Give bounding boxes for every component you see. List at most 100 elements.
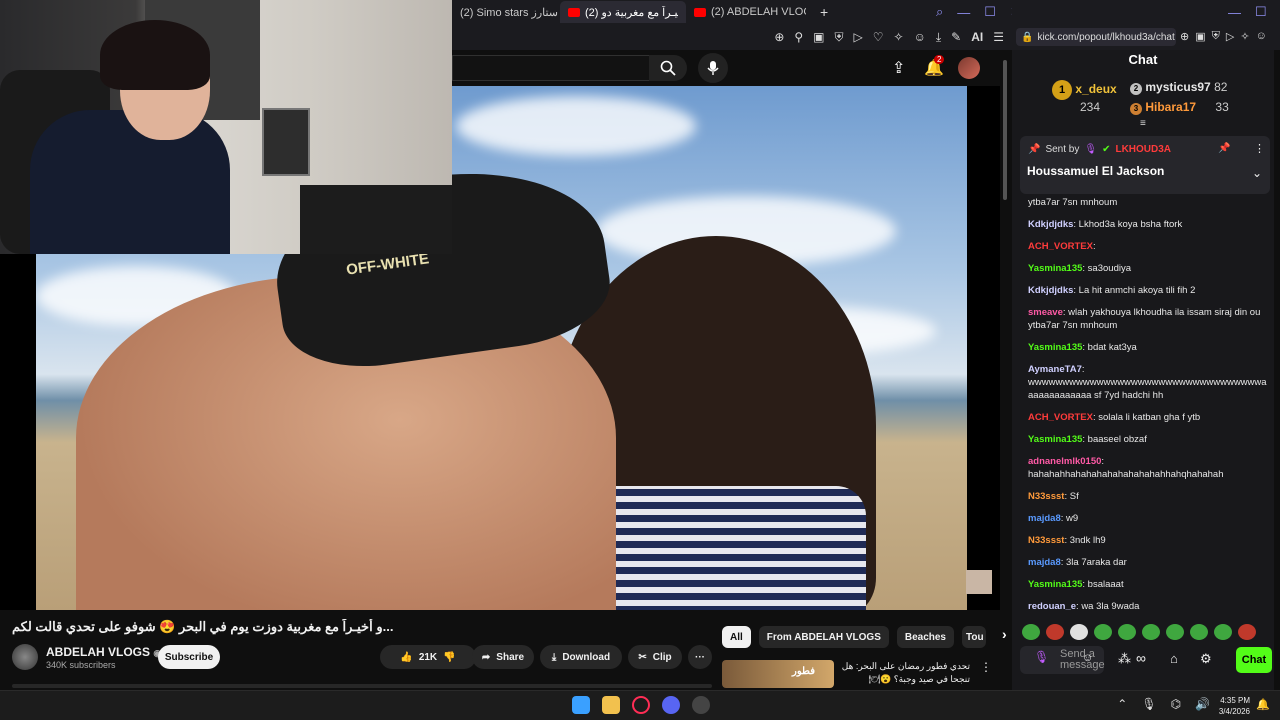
profile-icon[interactable]: ☺ — [914, 30, 926, 44]
microphone-icon[interactable]: 🎙 — [1141, 697, 1156, 711]
download-icon[interactable]: ⤓ — [936, 30, 941, 45]
system-clock[interactable]: 4:35 PM 3/4/2026 — [1219, 695, 1250, 717]
extension-icon[interactable]: ✧ — [894, 30, 904, 44]
nodes-icon[interactable]: ⁂ — [1118, 651, 1131, 667]
filter-icon[interactable]: ≡ — [1140, 118, 1146, 129]
chip-all[interactable]: All — [722, 626, 751, 648]
emote-icon[interactable] — [1118, 624, 1136, 640]
notification-bell-icon[interactable]: 🔔 — [1256, 698, 1270, 711]
zoom-icon[interactable]: ⊕ — [774, 30, 784, 44]
chat-username[interactable]: N33ssst — [1028, 491, 1064, 502]
chat-address-bar[interactable]: 🔒 kick.com/popout/lkhoud3a/chat — [1016, 28, 1176, 46]
shield-icon[interactable]: ⛨ — [1212, 30, 1220, 43]
emote-icon[interactable] — [1142, 624, 1160, 640]
profile-icon[interactable]: ☺ — [1256, 30, 1267, 43]
chat-username[interactable]: N33ssst — [1028, 535, 1064, 546]
opera-browser-icon[interactable] — [632, 696, 650, 714]
box-icon[interactable]: ▣ — [1195, 30, 1205, 43]
maximize-icon[interactable]: ☐ — [1255, 4, 1267, 20]
extension-icon[interactable]: ✧ — [1240, 30, 1249, 43]
end-screen-thumbnail[interactable] — [966, 570, 992, 594]
chat-username[interactable]: majda8 — [1028, 513, 1061, 524]
share-button[interactable]: ➦ Share — [472, 645, 534, 669]
emote-icon[interactable] — [1190, 624, 1208, 640]
heart-icon[interactable]: ♡ — [873, 30, 884, 44]
unpin-icon[interactable]: 📌 — [1218, 143, 1230, 154]
chat-username[interactable]: ACH_VORTEX — [1028, 412, 1093, 423]
pinned-menu-icon[interactable]: ⋮ — [1254, 142, 1265, 155]
dislike-button[interactable]: 👎 — [443, 652, 455, 663]
chevron-up-icon[interactable]: ⌃ — [1117, 697, 1127, 711]
subscribe-button[interactable]: Subscribe — [158, 645, 220, 669]
discord-icon[interactable] — [662, 696, 680, 714]
chat-username[interactable]: Kdkjdjdks — [1028, 285, 1073, 296]
recommended-thumbnail[interactable]: فطور — [722, 660, 834, 688]
clip-button[interactable]: ✂ Clip — [628, 645, 682, 669]
search-tabs-icon[interactable]: ⌕ — [936, 4, 943, 20]
tab-simo-stars[interactable]: (2) Simo stars سيمو ستارز - — [452, 1, 560, 23]
zoom-icon[interactable]: ⊕ — [1180, 30, 1189, 43]
emote-icon[interactable] — [1214, 624, 1232, 640]
chips-next-icon[interactable]: › — [1002, 626, 1007, 648]
search-button[interactable] — [649, 55, 687, 81]
emoji-picker-icon[interactable]: ☺ — [1082, 652, 1093, 664]
ai-button[interactable]: AI — [971, 30, 983, 44]
chat-username[interactable]: redouan_e — [1028, 601, 1076, 612]
channel-avatar[interactable] — [12, 644, 38, 670]
channel-name[interactable]: ABDELAH VLOGS ◉ — [46, 645, 161, 659]
chat-username[interactable]: Yasmina135 — [1028, 263, 1082, 274]
chat-username[interactable]: AymaneTA7 — [1028, 364, 1082, 375]
play-icon[interactable]: ▷ — [854, 30, 863, 44]
maximize-icon[interactable]: ☐ — [984, 4, 996, 20]
settings-gear-icon[interactable]: ⚙ — [1200, 651, 1212, 667]
chat-username[interactable]: smeave — [1028, 307, 1063, 318]
chat-username[interactable]: ACH_VORTEX — [1028, 241, 1093, 252]
voice-search-button[interactable] — [698, 53, 728, 83]
like-button[interactable]: 👍 21K — [400, 652, 437, 663]
minimize-icon[interactable]: — — [957, 5, 970, 20]
chip-beaches[interactable]: Beaches — [896, 626, 954, 648]
recommended-menu-icon[interactable]: ⋮ — [980, 660, 992, 674]
shield-icon[interactable]: ⛨ — [835, 30, 844, 45]
emote-icon[interactable] — [1094, 624, 1112, 640]
chat-username[interactable]: Yasmina135 — [1028, 579, 1082, 590]
recommended-title[interactable]: تحدي فطور رمضان على البحر: هل تنجحا في ص… — [840, 660, 970, 686]
infinity-icon[interactable]: ∞ — [1136, 650, 1146, 666]
network-icon[interactable]: ⌬ — [1171, 697, 1181, 711]
minimize-icon[interactable]: — — [1228, 5, 1241, 20]
box-icon[interactable]: ▣ — [813, 30, 824, 44]
chat-username[interactable]: majda8 — [1028, 557, 1061, 568]
chip-tour[interactable]: Tou — [962, 626, 986, 648]
new-tab-button[interactable]: + — [820, 4, 828, 20]
emote-icon[interactable] — [1238, 624, 1256, 640]
chat-username[interactable]: adnanelmlk0150 — [1028, 456, 1101, 467]
play-icon[interactable]: ▷ — [1226, 30, 1234, 43]
pin-icon[interactable]: ⚲ — [794, 30, 803, 44]
expand-chevron-icon[interactable]: ⌄ — [1252, 166, 1262, 180]
emote-icon[interactable] — [1022, 624, 1040, 640]
chip-from-channel[interactable]: From ABDELAH VLOGS — [758, 626, 889, 648]
volume-icon[interactable]: 🔊 — [1195, 697, 1210, 711]
page-scrollbar[interactable] — [1003, 60, 1007, 200]
chat-username[interactable]: Kdkjdjdks — [1028, 219, 1073, 230]
emote-icon[interactable] — [1046, 624, 1064, 640]
app-icon[interactable] — [692, 696, 710, 714]
chat-send-button[interactable]: Chat — [1236, 647, 1272, 673]
menu-icon[interactable]: ☰ — [993, 30, 1004, 44]
tab-current-video[interactable]: (2) و أخيـراً مع مغربية دو — [560, 1, 686, 23]
pinned-message[interactable]: 📌 Sent by 🎙 ✔ LKHOUD3A 📌 ⋮ Houssamuel El… — [1020, 136, 1270, 194]
download-button[interactable]: ⤓ Download — [540, 645, 622, 669]
tab-abdelah-vlogs[interactable]: (2) ABDELAH VLOGS - You — [686, 1, 814, 23]
search-input[interactable] — [452, 55, 649, 81]
emote-icon[interactable] — [1166, 624, 1184, 640]
chat-username[interactable]: Yasmina135 — [1028, 342, 1082, 353]
emote-icon[interactable] — [1070, 624, 1088, 640]
brush-icon[interactable]: ✎ — [951, 30, 961, 44]
chat-username[interactable]: Yasmina135 — [1028, 434, 1082, 445]
create-upload-icon[interactable]: ⇪ — [892, 58, 905, 78]
store-icon[interactable]: ⌂ — [1170, 651, 1178, 666]
account-avatar[interactable] — [958, 57, 980, 79]
windows-start-icon[interactable] — [572, 696, 590, 714]
more-actions-button[interactable]: ··· — [688, 645, 712, 669]
file-explorer-icon[interactable] — [602, 696, 620, 714]
